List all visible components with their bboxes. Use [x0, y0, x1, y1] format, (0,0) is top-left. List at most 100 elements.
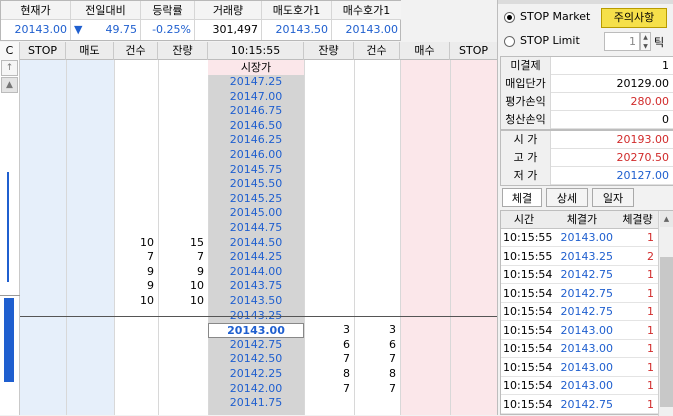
bid-count: 3	[389, 323, 396, 337]
trade-qty: 1	[647, 268, 654, 281]
info-value: 280.00	[630, 95, 670, 108]
trade-qty: 1	[647, 323, 654, 337]
scroll-up-icon[interactable]: ▲	[660, 211, 673, 227]
current-price-label: 현재가	[1, 1, 70, 20]
info-label: 시 가	[501, 131, 551, 149]
candle-wick	[7, 172, 9, 282]
change-value: 49.75	[105, 23, 138, 36]
info-row: 저 가 20127.00	[501, 167, 673, 185]
price-level[interactable]: 20144.25	[208, 250, 304, 265]
header-buy: 매수	[400, 42, 450, 60]
info-label: 미결제	[501, 57, 551, 75]
trade-time: 10:15:54	[503, 268, 553, 281]
price-level[interactable]: 20143.50	[208, 294, 304, 309]
scroll-up-icon[interactable]: ↑	[1, 60, 18, 76]
info-row: 평가손익 280.00	[501, 93, 673, 111]
info-label: 저 가	[501, 167, 551, 185]
price-level[interactable]: 20142.75	[208, 338, 304, 353]
order-book[interactable]: C STOP 매도 건수 잔량 10:15:55 잔량 건수 매수 STOP ↑…	[0, 42, 497, 415]
trade-time: 10:15:54	[503, 342, 553, 355]
trade-qty: 1	[647, 286, 654, 300]
price-level[interactable]: 20146.00	[208, 148, 304, 163]
trade-row: 10:15:54 20142.75 1	[501, 285, 658, 303]
market-price-button[interactable]: 시장가	[208, 60, 304, 75]
tab-detail[interactable]: 상세	[546, 188, 588, 207]
divider	[66, 60, 67, 415]
bid-qty: 8	[343, 367, 350, 380]
position-box: 미결제 1 매입단가 20129.00 평가손익 280.00 청산손익 0	[500, 56, 673, 130]
trade-price: 20143.00	[560, 342, 614, 355]
header-stop-sell: STOP	[20, 42, 66, 60]
price-level[interactable]: 20144.00	[208, 265, 304, 280]
trade-time: 10:15:54	[503, 323, 553, 337]
stop-limit-label[interactable]: STOP Limit	[520, 34, 580, 47]
price-level[interactable]: 20146.25	[208, 133, 304, 148]
trade-price: 20142.75	[560, 305, 614, 318]
price-level[interactable]: 20141.75	[208, 396, 304, 411]
price-level[interactable]: 20144.50	[208, 236, 304, 251]
ask-qty: 7	[197, 250, 204, 264]
current-price-cell: 현재가 20143.00	[1, 1, 71, 40]
trade-row: 10:15:54 20142.75 1	[501, 303, 658, 321]
price-level[interactable]: 20143.00	[208, 323, 304, 338]
buy-column[interactable]	[400, 60, 450, 415]
trade-qty: 1	[647, 360, 654, 374]
trade-price: 20142.75	[560, 397, 614, 411]
trade-price: 20142.75	[560, 286, 614, 300]
price-level[interactable]: 20147.00	[208, 90, 304, 105]
info-value: 20193.00	[616, 133, 670, 146]
price-level[interactable]: 20143.75	[208, 279, 304, 294]
chart-toggle-button[interactable]: C	[0, 42, 20, 60]
tick-stepper[interactable]: ▲ ▼	[640, 32, 651, 51]
info-value: 20129.00	[616, 77, 670, 90]
trades-header-time: 시간	[513, 213, 535, 226]
volume-cell: 거래량 301,497	[195, 1, 262, 40]
info-row: 청산손익 0	[501, 111, 673, 129]
price-level[interactable]: 20147.25	[208, 75, 304, 90]
bid1-label: 매수호가1	[332, 1, 401, 20]
header-bid-qty: 잔량	[304, 42, 354, 60]
stop-market-label[interactable]: STOP Market	[520, 10, 590, 23]
scrollbar[interactable]: ▲	[658, 211, 673, 416]
trade-row: 10:15:55 20143.25 2	[501, 248, 658, 266]
stop-sell-column[interactable]	[20, 60, 66, 415]
bid1-cell: 매수호가1 20143.00	[332, 1, 401, 40]
top-strip	[498, 0, 673, 4]
stop-market-radio[interactable]	[504, 12, 515, 23]
price-level[interactable]: 20146.50	[208, 119, 304, 134]
triangle-up-icon[interactable]: ▲	[1, 77, 18, 93]
mini-chart: ↑ ▲	[0, 60, 20, 415]
bid-qty: 7	[343, 352, 350, 366]
trade-price: 20142.75	[560, 268, 614, 281]
price-level[interactable]: 20142.50	[208, 352, 304, 367]
scrollbar-thumb[interactable]	[660, 257, 673, 407]
tab-trades[interactable]: 체결	[502, 188, 542, 207]
stop-limit-radio[interactable]	[504, 36, 515, 47]
price-level[interactable]: 20144.75	[208, 221, 304, 236]
price-level[interactable]: 20145.00	[208, 206, 304, 221]
divider	[450, 60, 451, 415]
tick-input[interactable]: 1	[604, 32, 640, 51]
price-level[interactable]: 20145.50	[208, 177, 304, 192]
change-cell: 전일대비 ▼ 49.75	[71, 1, 141, 40]
price-level[interactable]: 20145.25	[208, 192, 304, 207]
trade-price: 20143.00	[560, 379, 614, 392]
ask1-cell: 매도호가1 20143.50	[262, 1, 332, 40]
price-level[interactable]: 20142.00	[208, 382, 304, 397]
price-level[interactable]: 20146.75	[208, 104, 304, 119]
trade-price: 20143.00	[560, 323, 614, 337]
info-value: 0	[662, 113, 669, 126]
header-time: 10:15:55	[208, 42, 304, 60]
sell-column[interactable]	[66, 60, 114, 415]
info-label: 매입단가	[501, 75, 551, 93]
warning-button[interactable]: 주의사항	[601, 8, 667, 28]
info-label: 평가손익	[501, 93, 551, 111]
price-level[interactable]: 20142.25	[208, 367, 304, 382]
ask-count: 9	[147, 279, 154, 293]
stop-buy-column[interactable]	[450, 60, 497, 415]
change-rate-label: 등락률	[141, 1, 194, 20]
trade-row: 10:15:54 20143.00 1	[501, 340, 658, 358]
price-level[interactable]: 20145.75	[208, 163, 304, 178]
ask1-label: 매도호가1	[262, 1, 331, 20]
tab-daily[interactable]: 일자	[592, 188, 634, 207]
